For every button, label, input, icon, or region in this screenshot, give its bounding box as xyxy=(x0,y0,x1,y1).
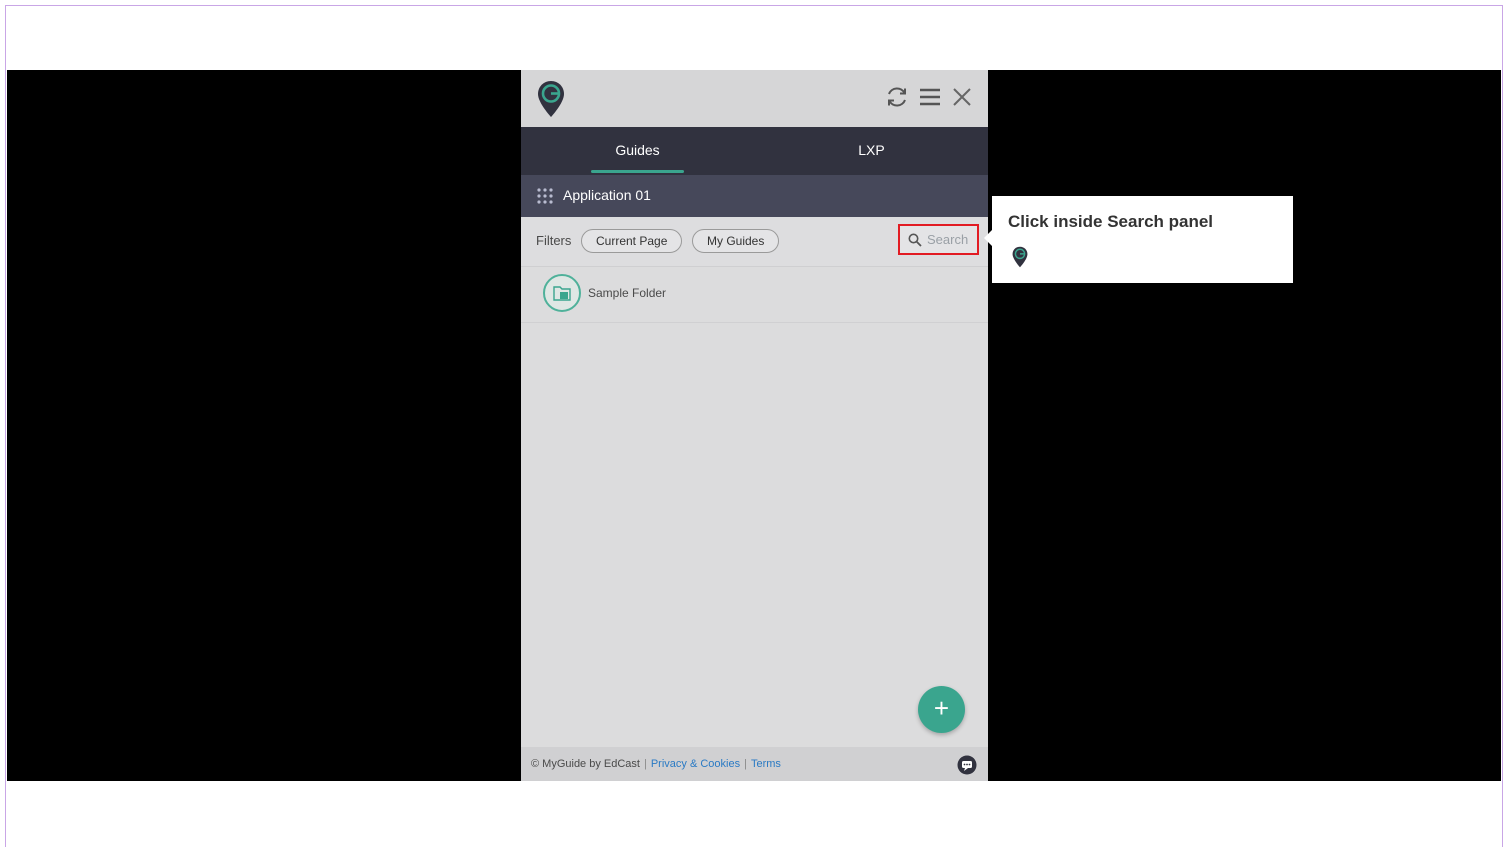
myguide-logo-icon xyxy=(538,81,564,117)
terms-link[interactable]: Terms xyxy=(751,758,781,770)
myguide-panel: Guides LXP Application 01 Filters Curren… xyxy=(521,70,988,781)
add-label: + xyxy=(933,693,950,723)
step-tooltip: Click inside Search panel xyxy=(984,196,1293,283)
application-title: Application 01 xyxy=(563,187,651,203)
search-placeholder: Search xyxy=(927,232,969,247)
add-button[interactable]: + xyxy=(918,686,965,733)
myguide-logo-icon xyxy=(1012,246,1028,268)
hamburger-menu-icon[interactable] xyxy=(917,84,943,110)
privacy-link[interactable]: Privacy & Cookies xyxy=(651,758,740,770)
tab-lxp[interactable]: LXP xyxy=(755,127,988,175)
tooltip-arrow xyxy=(984,230,992,246)
filter-my-guides-button[interactable]: My Guides xyxy=(692,229,780,253)
list-item[interactable]: Sample Folder xyxy=(521,267,988,323)
panel-footer: © MyGuide by EdCast | Privacy & Cookies | Te… xyxy=(521,747,988,781)
panel-tabs: Guides LXP xyxy=(521,127,988,175)
filters-label: Filters xyxy=(536,233,572,248)
search-icon xyxy=(908,233,922,247)
copyright-text: © MyGuide by EdCast xyxy=(531,758,640,770)
close-icon[interactable] xyxy=(949,84,975,110)
search-input[interactable]: Search xyxy=(898,224,979,255)
folder-icon xyxy=(553,286,571,301)
panel-header xyxy=(521,70,988,127)
application-bar[interactable]: Application 01 xyxy=(521,175,988,217)
folder-badge xyxy=(543,274,581,312)
filter-current-page-button[interactable]: Current Page xyxy=(581,229,683,253)
list-item-label: Sample Folder xyxy=(588,286,667,300)
tab-guides[interactable]: Guides xyxy=(521,127,754,175)
apps-grid-icon xyxy=(537,188,553,204)
tooltip-text: Click inside Search panel xyxy=(1008,212,1214,231)
chat-icon[interactable] xyxy=(957,755,977,775)
refresh-icon[interactable] xyxy=(884,84,910,110)
filters-bar: Filters Current Page My Guides Search xyxy=(521,217,988,267)
